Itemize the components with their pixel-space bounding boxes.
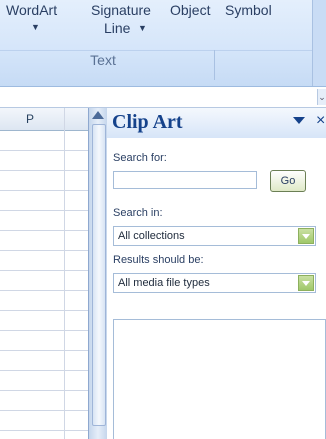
media-type-select[interactable]: All media file types <box>113 273 316 293</box>
clip-art-pane: Clip Art × Search for: Go Search in: All… <box>107 108 326 439</box>
chevron-down-icon <box>302 281 310 286</box>
clip-art-title: Clip Art <box>112 111 183 133</box>
media-type-dropdown-button[interactable] <box>298 275 314 291</box>
wordart-chevron-down-icon[interactable]: ▼ <box>31 22 40 32</box>
search-in-dropdown-button[interactable] <box>298 228 314 244</box>
grid-row-line <box>0 350 88 351</box>
clip-art-header: Clip Art × <box>107 108 326 138</box>
media-type-value: All media file types <box>118 277 210 289</box>
formula-bar[interactable]: ⌄ <box>0 87 326 108</box>
grid-row-line <box>0 250 88 251</box>
grid-row-line <box>0 310 88 311</box>
column-header-p[interactable]: P <box>26 112 34 126</box>
grid-row-line <box>0 430 88 431</box>
signature-line-chevron-down-icon[interactable]: ▼ <box>138 23 147 33</box>
grid-row-line <box>0 150 88 151</box>
close-icon[interactable]: × <box>316 112 325 130</box>
signature-line-label[interactable]: Line <box>104 20 130 36</box>
go-button[interactable]: Go <box>270 170 306 192</box>
ribbon-scroll-edge <box>312 0 326 86</box>
chevron-down-icon <box>302 234 310 239</box>
grid-row-line <box>0 210 88 211</box>
results-should-be-label: Results should be: <box>113 254 204 266</box>
grid-row-line <box>0 190 88 191</box>
search-in-select[interactable]: All collections <box>113 226 316 246</box>
search-input[interactable] <box>113 171 257 189</box>
task-pane-scrollbar[interactable] <box>88 108 108 439</box>
symbol-button[interactable]: Symbol <box>225 2 272 18</box>
grid-row-line <box>0 370 88 371</box>
scrollbar-thumb[interactable] <box>92 124 106 426</box>
object-button[interactable]: Object <box>170 2 210 18</box>
results-list[interactable] <box>113 319 326 439</box>
scroll-up-arrow-icon[interactable] <box>92 111 104 119</box>
formula-bar-expand-icon[interactable]: ⌄ <box>317 89 326 105</box>
grid-row-line <box>0 390 88 391</box>
ribbon-divider <box>0 50 312 51</box>
signature-line-button[interactable]: Signature <box>91 2 151 18</box>
text-group-label: Text <box>90 52 116 68</box>
search-for-label: Search for: <box>113 152 167 164</box>
group-separator <box>214 50 215 80</box>
grid-row-line <box>0 290 88 291</box>
wordart-button[interactable]: WordArt <box>6 2 57 18</box>
search-in-label: Search in: <box>113 207 163 219</box>
grid-row-line <box>0 170 88 171</box>
grid-row-line <box>0 270 88 271</box>
grid-row-line <box>0 410 88 411</box>
pane-options-chevron-down-icon[interactable] <box>293 117 305 124</box>
worksheet-grid[interactable]: P <box>0 108 88 439</box>
grid-row-line <box>0 230 88 231</box>
grid-row-line <box>0 330 88 331</box>
ribbon: WordArt ▼ Signature Line ▼ Object Symbol… <box>0 0 326 87</box>
search-in-value: All collections <box>118 230 185 242</box>
column-header-row: P <box>0 108 88 131</box>
